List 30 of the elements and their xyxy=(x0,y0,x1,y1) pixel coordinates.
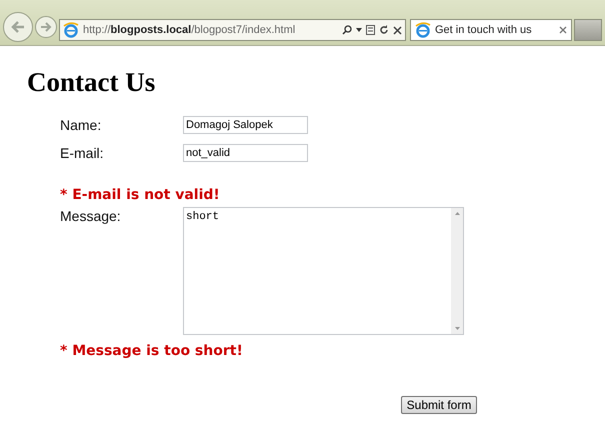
error-message: * E-mail is not valid! xyxy=(60,186,221,204)
scroll-down-icon[interactable] xyxy=(454,327,460,330)
tab-title: Get in touch with us xyxy=(435,22,533,38)
submit-button[interactable]: Submit form xyxy=(401,396,477,414)
back-arrow-icon xyxy=(10,20,26,34)
forward-arrow-icon xyxy=(40,22,52,32)
field-label: Message: xyxy=(60,207,122,225)
forward-button[interactable] xyxy=(35,16,57,38)
text-field[interactable]: not_valid xyxy=(183,144,308,162)
page-heading: Contact Us xyxy=(27,66,156,98)
browser-tab[interactable]: Get in touch with us xyxy=(410,19,572,41)
address-text: http://blogposts.local/blogpost7/index.html xyxy=(83,22,296,38)
message-text: short xyxy=(185,210,220,225)
field-label: Name: xyxy=(60,116,102,134)
message-field[interactable]: short xyxy=(183,207,464,335)
field-label: E-mail: xyxy=(60,144,105,162)
close-icon[interactable] xyxy=(393,26,402,34)
close-icon[interactable] xyxy=(559,26,567,34)
browser-logo-icon xyxy=(63,22,79,38)
scroll-up-icon[interactable] xyxy=(454,212,460,215)
refresh-icon[interactable] xyxy=(379,25,389,35)
search-icon[interactable] xyxy=(342,25,352,35)
scrollbar[interactable] xyxy=(451,208,463,334)
back-button[interactable] xyxy=(3,12,33,42)
text-field[interactable]: Domagoj Salopek xyxy=(183,116,308,134)
browser-logo-icon xyxy=(415,22,431,38)
error-message: * Message is too short! xyxy=(60,342,244,360)
compatibility-icon[interactable] xyxy=(366,25,375,35)
dropdown-caret-icon[interactable] xyxy=(356,28,362,32)
address-bar[interactable]: http://blogposts.local/blogpost7/index.html xyxy=(59,19,406,41)
